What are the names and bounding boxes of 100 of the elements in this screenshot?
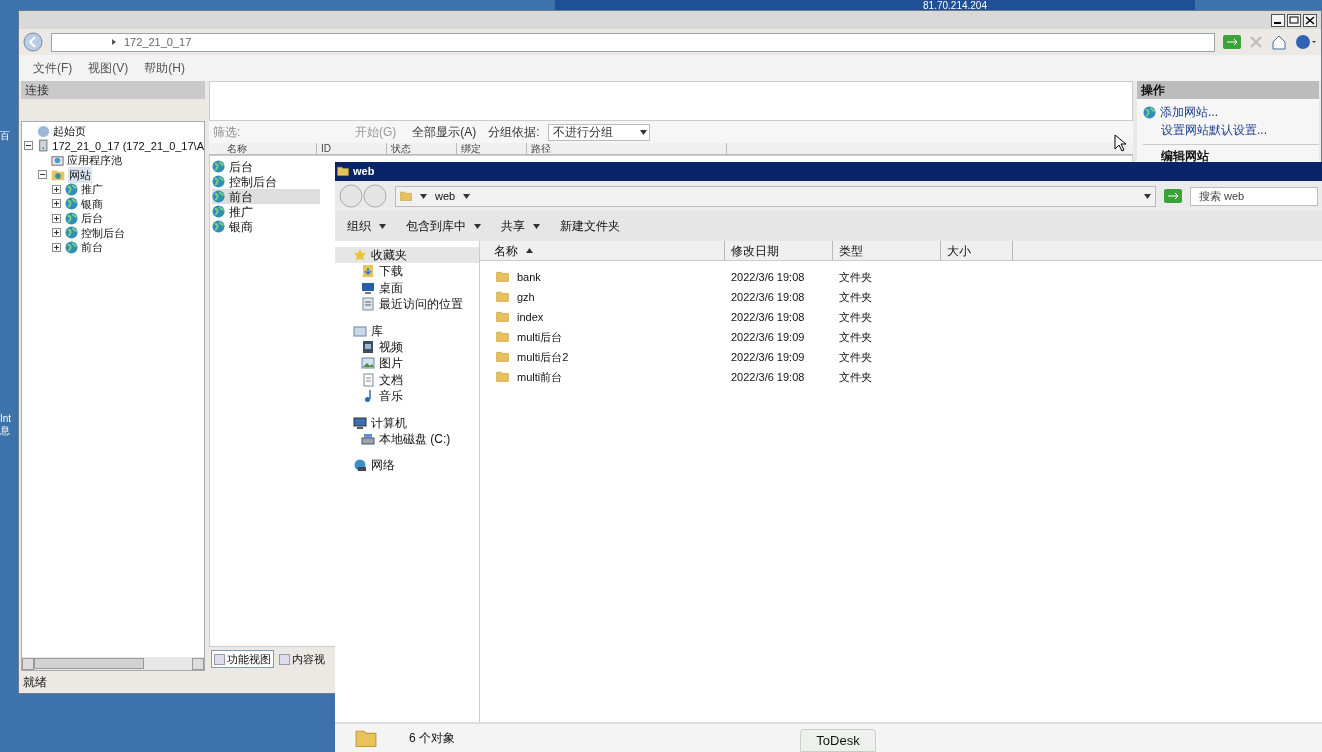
globe-icon	[212, 160, 225, 173]
dropdown-caret-icon	[639, 129, 647, 135]
star-icon	[353, 248, 367, 262]
tree-item[interactable]: 应用程序池	[67, 152, 122, 169]
refresh-icon[interactable]	[1164, 189, 1182, 203]
view-tab[interactable]: 功能视图	[211, 650, 274, 668]
expand-icon[interactable]	[52, 242, 61, 252]
desktop-icon-label[interactable]: 百	[0, 128, 12, 143]
server-icon	[36, 139, 50, 153]
app-pool-icon	[51, 153, 64, 167]
computer-icon	[353, 415, 367, 430]
group-by-label: 分组依据:	[488, 124, 540, 141]
menu-item[interactable]: 视图(V)	[88, 59, 129, 77]
collapse-icon[interactable]	[24, 141, 33, 151]
tree-item[interactable]: 银商	[81, 195, 103, 212]
folder-icon	[496, 331, 509, 343]
file-row[interactable]: multi前台 2022/3/6 19:08 文件夹	[480, 367, 1322, 387]
file-row[interactable]: bank 2022/3/6 19:08 文件夹	[480, 267, 1322, 287]
desktop-icon-label[interactable]: Int	[0, 413, 12, 425]
image-icon	[361, 356, 375, 371]
horizontal-scrollbar[interactable]	[22, 657, 204, 670]
tree-item[interactable]: 后台	[81, 210, 103, 227]
nav-item[interactable]: 下载	[335, 263, 479, 280]
nav-item[interactable]: 文档	[335, 371, 479, 388]
toolbar-button[interactable]: 组织	[347, 217, 386, 235]
globe-icon	[65, 182, 78, 196]
nav-item[interactable]: 网络	[335, 457, 479, 473]
dropdown-caret-icon	[474, 223, 481, 229]
window-title: web	[353, 164, 375, 180]
address-bar[interactable]: 172_21_0_17	[51, 32, 1215, 52]
site-row[interactable]: 控制后台	[212, 174, 320, 189]
folder-icon	[496, 311, 509, 323]
tree-item[interactable]: 网站	[68, 166, 92, 183]
expand-icon[interactable]	[52, 199, 61, 209]
nav-item[interactable]: 桌面	[335, 279, 479, 296]
action-link[interactable]: 设置网站默认设置...	[1143, 121, 1319, 139]
tree-item[interactable]: 起始页	[53, 123, 86, 140]
column-header[interactable]: 大小	[941, 241, 1013, 260]
search-field[interactable]: 搜索 web	[1190, 186, 1318, 206]
file-row[interactable]: multi后台 2022/3/6 19:09 文件夹	[480, 327, 1322, 347]
nav-item[interactable]: 收藏夹	[335, 247, 479, 263]
toolbar-button[interactable]: 新建文件夹	[560, 217, 620, 235]
expand-icon[interactable]	[52, 228, 61, 238]
maximize-icon[interactable]	[1287, 13, 1301, 27]
column-header[interactable]: 修改日期	[725, 241, 833, 260]
tree-item[interactable]: 前台	[81, 239, 103, 256]
filter-label: 筛选:	[213, 124, 242, 141]
site-row[interactable]: 后台	[212, 159, 320, 174]
chevron-down-icon	[420, 193, 427, 199]
tree-item[interactable]: 控制后台	[81, 224, 125, 241]
nav-item[interactable]: 最近访问的位置	[335, 296, 479, 313]
tree-item[interactable]: 172_21_0_17 (172_21_0_17\A	[52, 137, 204, 154]
tree-item[interactable]: 推广	[81, 181, 103, 198]
site-row[interactable]: 前台	[212, 189, 320, 204]
dropdown-caret-icon	[379, 223, 386, 229]
file-row[interactable]: gzh 2022/3/6 19:08 文件夹	[480, 287, 1322, 307]
nav-item[interactable]: 库	[335, 322, 479, 339]
show-all-button[interactable]: 全部显示(A)	[408, 123, 481, 141]
document-icon	[361, 372, 375, 387]
address-bar[interactable]: web	[395, 185, 1156, 207]
menu-item[interactable]: 文件(F)	[33, 59, 73, 77]
nav-item[interactable]: 计算机	[335, 414, 479, 431]
toolbar-button[interactable]: 包含到库中	[406, 217, 481, 235]
status-text: 6 个对象	[409, 730, 455, 747]
site-row[interactable]: 推广	[212, 204, 320, 219]
site-row[interactable]: 银商	[212, 219, 320, 234]
nav-item[interactable]: 图片	[335, 355, 479, 372]
sort-arrow-icon	[526, 248, 533, 253]
view-tab[interactable]: 内容视	[276, 650, 328, 668]
file-row[interactable]: multi后台2 2022/3/6 19:09 文件夹	[480, 347, 1322, 367]
globe-icon	[212, 190, 225, 203]
folder-icon	[355, 728, 377, 748]
expand-icon[interactable]	[52, 184, 61, 194]
status-text: 就绪	[23, 674, 47, 691]
close-icon[interactable]	[1303, 13, 1317, 27]
file-row[interactable]: index 2022/3/6 19:08 文件夹	[480, 307, 1322, 327]
folder-icon	[496, 271, 509, 283]
toolbar-button[interactable]: 共享	[501, 217, 540, 235]
collapse-icon[interactable]	[38, 170, 47, 180]
group-by-select[interactable]: 不进行分组	[547, 123, 650, 141]
todesk-button[interactable]: ToDesk	[800, 729, 876, 752]
menu-item[interactable]: 帮助(H)	[144, 59, 185, 77]
folder-icon	[337, 166, 349, 177]
document-list-icon	[361, 297, 375, 312]
dropdown-caret-icon	[533, 223, 540, 229]
back-icon[interactable]	[23, 32, 43, 52]
column-header[interactable]: 名称	[480, 241, 725, 260]
sites-folder-icon	[51, 168, 65, 181]
expand-icon[interactable]	[52, 213, 61, 223]
refresh-icon[interactable]	[1223, 35, 1241, 49]
nav-item[interactable]: 视频	[335, 338, 479, 355]
action-link[interactable]: 添加网站...	[1160, 103, 1218, 121]
nav-item[interactable]: 音乐	[335, 388, 479, 405]
film-icon	[361, 339, 375, 354]
help-icon[interactable]	[1295, 34, 1317, 50]
desktop-icon-label[interactable]: 息	[0, 425, 12, 437]
home-icon[interactable]	[1271, 34, 1287, 50]
column-header[interactable]: 类型	[833, 241, 941, 260]
nav-item[interactable]: 本地磁盘 (C:)	[335, 430, 479, 447]
minimize-icon[interactable]	[1271, 13, 1285, 27]
